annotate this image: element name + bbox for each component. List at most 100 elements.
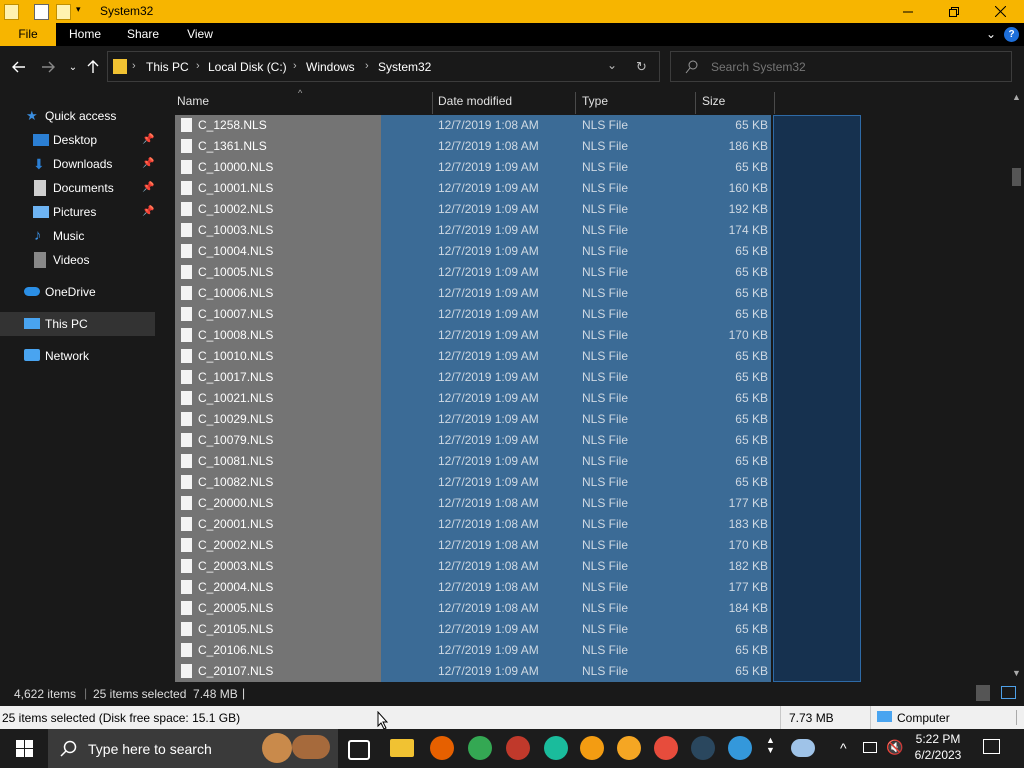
- up-button[interactable]: [84, 58, 102, 76]
- table-row[interactable]: C_10010.NLS 12/7/2019 1:09 AM NLS File 65 K…: [175, 346, 860, 367]
- table-row[interactable]: C_20107.NLS 12/7/2019 1:09 AM NLS File 65 K…: [175, 661, 860, 682]
- table-row[interactable]: C_1258.NLS 12/7/2019 1:08 AM NLS File 65 KB: [175, 115, 860, 136]
- customize-qat-icon[interactable]: ▾: [76, 4, 89, 18]
- sidebar-item-documents[interactable]: Documents 📌: [0, 176, 155, 200]
- sidebar-item-quick-access[interactable]: ★ Quick access: [0, 104, 155, 128]
- table-row[interactable]: C_1361.NLS 12/7/2019 1:08 AM NLS File 186 K…: [175, 136, 860, 157]
- breadcrumb-system32[interactable]: System32: [378, 60, 431, 74]
- steam-icon[interactable]: [691, 736, 715, 760]
- sidebar-item-desktop[interactable]: Desktop 📌: [0, 128, 155, 152]
- table-row[interactable]: C_20004.NLS 12/7/2019 1:08 AM NLS File 177 …: [175, 577, 860, 598]
- network-status-icon[interactable]: [863, 742, 877, 753]
- table-row[interactable]: C_10002.NLS 12/7/2019 1:09 AM NLS File 192 …: [175, 199, 860, 220]
- table-row[interactable]: C_20001.NLS 12/7/2019 1:08 AM NLS File 183 …: [175, 514, 860, 535]
- sidebar-item-music[interactable]: ♪ Music: [0, 224, 155, 248]
- table-row[interactable]: C_10004.NLS 12/7/2019 1:09 AM NLS File 65 K…: [175, 241, 860, 262]
- address-dropdown-icon[interactable]: ⌄: [607, 58, 617, 72]
- back-button[interactable]: [10, 58, 28, 76]
- firefox-icon[interactable]: [430, 736, 454, 760]
- brave-icon[interactable]: [617, 736, 641, 760]
- scroll-up-icon[interactable]: ▲: [1012, 92, 1021, 102]
- table-row[interactable]: C_10017.NLS 12/7/2019 1:09 AM NLS File 65 K…: [175, 367, 860, 388]
- breadcrumb-this-pc[interactable]: This PC: [146, 60, 189, 74]
- volume-muted-icon[interactable]: 🔇: [886, 739, 903, 756]
- table-row[interactable]: C_10000.NLS 12/7/2019 1:09 AM NLS File 65 K…: [175, 157, 860, 178]
- table-row[interactable]: C_20002.NLS 12/7/2019 1:08 AM NLS File 170 …: [175, 535, 860, 556]
- sidebar-item-network[interactable]: Network: [0, 344, 155, 368]
- tab-share[interactable]: Share: [122, 23, 164, 46]
- help-icon[interactable]: ?: [1004, 27, 1019, 42]
- sidebar-item-this-pc[interactable]: This PC: [0, 312, 155, 336]
- sidebar-item-pictures[interactable]: Pictures 📌: [0, 200, 155, 224]
- app-red-icon[interactable]: [654, 736, 678, 760]
- forward-button[interactable]: [39, 58, 57, 76]
- weather-icon[interactable]: [791, 739, 815, 757]
- address-bar[interactable]: › This PC › Local Disk (C:) › Windows › …: [107, 51, 660, 82]
- table-row[interactable]: C_10007.NLS 12/7/2019 1:09 AM NLS File 65 K…: [175, 304, 860, 325]
- column-divider[interactable]: [432, 92, 433, 114]
- table-row[interactable]: C_20000.NLS 12/7/2019 1:08 AM NLS File 177 …: [175, 493, 860, 514]
- start-button[interactable]: [0, 729, 48, 768]
- table-row[interactable]: C_10008.NLS 12/7/2019 1:09 AM NLS File 170 …: [175, 325, 860, 346]
- scrollbar-thumb[interactable]: [1012, 168, 1021, 186]
- expand-ribbon-icon[interactable]: ⌄: [982, 23, 1000, 46]
- notifications-icon[interactable]: [983, 739, 1000, 754]
- table-row[interactable]: C_20106.NLS 12/7/2019 1:09 AM NLS File 65 K…: [175, 640, 860, 661]
- details-view-icon[interactable]: [976, 685, 990, 701]
- column-header-type[interactable]: Type: [582, 88, 608, 115]
- sidebar-item-onedrive[interactable]: OneDrive: [0, 280, 155, 304]
- new-folder-icon[interactable]: [56, 4, 71, 20]
- search-box[interactable]: [670, 51, 1012, 82]
- minimize-button[interactable]: [885, 0, 931, 23]
- breadcrumb-separator-icon[interactable]: ›: [365, 60, 369, 72]
- restore-button[interactable]: [931, 0, 977, 23]
- table-row[interactable]: C_10003.NLS 12/7/2019 1:09 AM NLS File 174 …: [175, 220, 860, 241]
- tray-chevron-icon[interactable]: ^: [840, 740, 847, 756]
- column-divider[interactable]: [695, 92, 696, 114]
- pin-icon[interactable]: 📌: [142, 128, 154, 152]
- task-view-icon[interactable]: [348, 740, 370, 760]
- column-header-name[interactable]: Name: [177, 88, 209, 115]
- column-header-size[interactable]: Size: [702, 88, 725, 115]
- app-orange-icon[interactable]: [580, 736, 604, 760]
- app-robot-icon[interactable]: [506, 736, 530, 760]
- sidebar-item-downloads[interactable]: ⬇ Downloads 📌: [0, 152, 155, 176]
- pin-icon[interactable]: 📌: [142, 176, 154, 200]
- table-row[interactable]: C_10081.NLS 12/7/2019 1:09 AM NLS File 65 K…: [175, 451, 860, 472]
- recent-locations-icon[interactable]: ⌄: [64, 58, 82, 76]
- pin-icon[interactable]: 📌: [142, 200, 154, 224]
- table-row[interactable]: C_10082.NLS 12/7/2019 1:09 AM NLS File 65 K…: [175, 472, 860, 493]
- sidebar-item-videos[interactable]: Videos: [0, 248, 155, 272]
- table-row[interactable]: C_10005.NLS 12/7/2019 1:09 AM NLS File 65 K…: [175, 262, 860, 283]
- column-divider[interactable]: [575, 92, 576, 114]
- taskbar-search[interactable]: Type here to search: [48, 729, 338, 768]
- breadcrumb-windows[interactable]: Windows: [306, 60, 355, 74]
- table-row[interactable]: C_20003.NLS 12/7/2019 1:08 AM NLS File 182 …: [175, 556, 860, 577]
- breadcrumb-local-disk[interactable]: Local Disk (C:): [208, 60, 287, 74]
- breadcrumb-separator-icon[interactable]: ›: [196, 60, 200, 72]
- tab-home[interactable]: Home: [64, 23, 106, 46]
- scroll-down-icon[interactable]: ▼: [1012, 668, 1021, 678]
- vertical-scrollbar[interactable]: ▲ ▼: [1010, 88, 1024, 682]
- file-explorer-icon[interactable]: [390, 739, 414, 757]
- table-row[interactable]: C_10079.NLS 12/7/2019 1:09 AM NLS File 65 K…: [175, 430, 860, 451]
- breadcrumb-separator-icon[interactable]: ›: [132, 60, 136, 72]
- table-row[interactable]: C_20105.NLS 12/7/2019 1:09 AM NLS File 65 K…: [175, 619, 860, 640]
- table-row[interactable]: C_10001.NLS 12/7/2019 1:09 AM NLS File 160 …: [175, 178, 860, 199]
- clock[interactable]: 5:22 PM 6/2/2023: [912, 732, 964, 762]
- search-input[interactable]: [709, 59, 1003, 75]
- table-row[interactable]: C_10021.NLS 12/7/2019 1:09 AM NLS File 65 K…: [175, 388, 860, 409]
- column-divider[interactable]: [774, 92, 775, 114]
- close-button[interactable]: [977, 0, 1023, 23]
- tab-view[interactable]: View: [180, 23, 220, 46]
- large-icons-view-icon[interactable]: [1001, 686, 1016, 699]
- show-hidden-icons-icon[interactable]: ▲ ▼: [766, 735, 775, 755]
- breadcrumb-separator-icon[interactable]: ›: [293, 60, 297, 72]
- opera-gx-icon[interactable]: [544, 736, 568, 760]
- column-header-date[interactable]: Date modified: [438, 88, 512, 115]
- tab-file[interactable]: File: [0, 23, 56, 46]
- table-row[interactable]: C_10029.NLS 12/7/2019 1:09 AM NLS File 65 K…: [175, 409, 860, 430]
- pin-icon[interactable]: 📌: [142, 152, 154, 176]
- refresh-icon[interactable]: ↻: [636, 59, 647, 75]
- table-row[interactable]: C_20005.NLS 12/7/2019 1:08 AM NLS File 184 …: [175, 598, 860, 619]
